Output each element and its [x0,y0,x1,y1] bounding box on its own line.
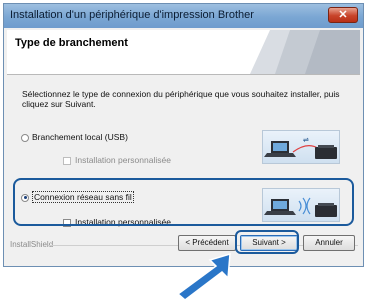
back-button-label: < Précédent [185,238,229,247]
cancel-button-label: Annuler [315,238,343,247]
installer-window: Installation d'un périphérique d'impress… [3,3,364,267]
close-icon: ✕ [338,9,348,21]
svg-text:⇌: ⇌ [303,136,309,144]
usb-custom-label: Installation personnalisée [75,155,171,165]
close-button[interactable]: ✕ [328,7,358,23]
title-bar[interactable]: Installation d'un périphérique d'impress… [4,4,363,28]
wireless-option-highlight [13,178,354,226]
laptop-usb-printer-icon: ⇌ [264,136,337,159]
header-decoration-icon [250,30,360,74]
usb-custom-install-option: Installation personnalisée [63,155,171,165]
wizard-header: Type de branchement [7,30,360,75]
back-button[interactable]: < Précédent [178,235,236,251]
arrow-pointer-icon [176,252,231,300]
installshield-label: InstallShield [10,240,54,249]
usb-radio-label: Branchement local (USB) [32,132,128,142]
usb-radio[interactable] [21,133,29,142]
window-title: Installation d'un périphérique d'impress… [10,9,254,21]
page-title: Type de branchement [15,37,128,49]
usb-connection-picture: ⇌ [262,130,340,164]
usb-radio-option[interactable]: Branchement local (USB) [21,132,128,142]
cancel-button[interactable]: Annuler [303,235,355,251]
next-button-highlight [235,230,299,254]
usb-custom-checkbox [63,156,71,165]
instructions-text: Sélectionnez le type de connexion du pér… [22,89,340,109]
